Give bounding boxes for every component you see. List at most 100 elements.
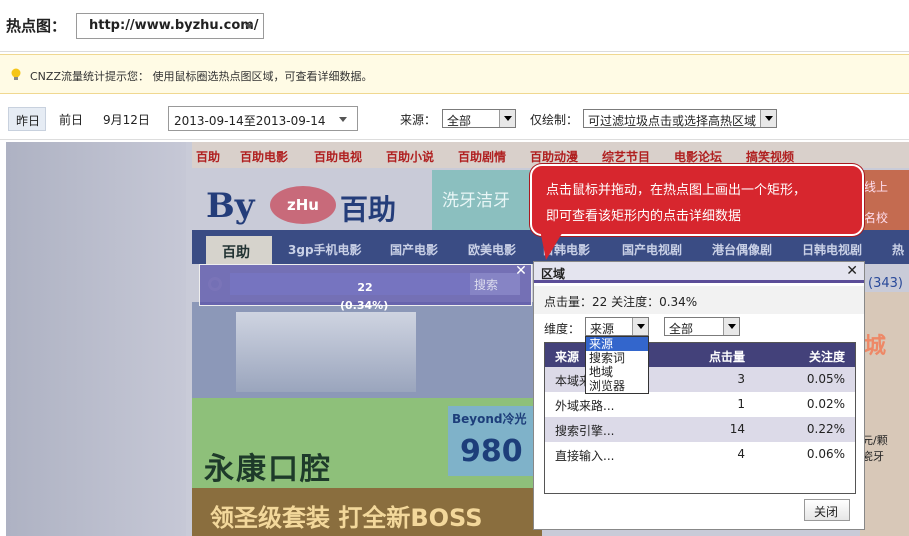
heatmap-left-area: [6, 142, 186, 536]
table-row[interactable]: 外域来路... 1 0.02%: [545, 392, 855, 417]
site-nav-item: 百助电影: [240, 150, 289, 164]
yesterday-button[interactable]: 昨日: [8, 107, 46, 131]
site-nav-item: 百助剧情: [458, 150, 507, 164]
site-menu-item: 日韩电视剧: [802, 243, 863, 257]
bottom-banner-text: 领圣级套装 打全新BOSS: [210, 504, 483, 532]
table-row[interactable]: 直接输入... 4 0.06%: [545, 442, 855, 467]
source-label: 来源：: [400, 113, 437, 127]
source-select-value: 全部: [447, 114, 472, 128]
site-menu-item: 欧美电影: [468, 243, 517, 257]
site-menu-item: 3gp手机电影: [288, 243, 362, 257]
dimension-label: 维度：: [544, 322, 581, 336]
site-nav-item: 百助: [196, 150, 221, 164]
tip-text: CNZZ流量统计提示您： 使用鼠标圈选热点图区域，可查看详细数据。: [30, 70, 373, 83]
prev-day-button[interactable]: 前日: [59, 111, 83, 128]
region-popup: 区域 ✕ 点击量：22 关注度：0.34% 维度： 来源 全部 来源 点击量 关…: [533, 261, 865, 530]
bubble-tail: [540, 230, 564, 260]
site-nav-item: 百助动漫: [530, 150, 579, 164]
site-nav-item: 搞笑视频: [746, 150, 795, 164]
filter-select-value: 全部: [669, 322, 694, 336]
draw-label: 仅绘制：: [530, 113, 579, 127]
site-search-button: 搜索: [470, 273, 520, 295]
site-nav-item: 百助小说: [386, 150, 435, 164]
hint-line: 点击鼠标并拖动，在热点图上画出一个矩形，: [546, 183, 807, 198]
dimension-select[interactable]: 来源: [585, 317, 649, 336]
url-select[interactable]: http://www.byzhu.com/: [76, 13, 264, 39]
site-menu-item: 国产电影: [390, 243, 439, 257]
cell-attention: 0.06%: [806, 447, 845, 461]
date-link[interactable]: 9月12日: [103, 111, 150, 128]
cell-source: 搜索引擎...: [555, 424, 615, 438]
cell-attention: 0.22%: [806, 422, 845, 436]
beyond-ad-number: 980: [460, 434, 523, 469]
filter-select[interactable]: 全部: [664, 317, 740, 336]
chevron-down-icon: [245, 24, 253, 29]
dimension-option[interactable]: 浏览器: [586, 379, 648, 393]
cell-source: 直接输入...: [555, 449, 615, 463]
cell-clicks: 3: [737, 372, 745, 386]
cell-clicks: 1: [737, 397, 745, 411]
popup-stats: 点击量：22 关注度：0.34%: [534, 286, 864, 314]
cell-attention: 0.05%: [806, 372, 845, 386]
site-menu-active: 百助: [206, 236, 272, 264]
selected-region[interactable]: 搜索 22 (0.34%): [199, 264, 532, 312]
dimension-option[interactable]: 地域: [586, 365, 648, 379]
column-header-clicks: 点击量: [708, 350, 745, 364]
site-teal-ad: 洗牙洁牙: [432, 170, 542, 230]
right-ad-line: 线上: [864, 180, 889, 194]
right-col-text: 元/颗: [862, 434, 888, 447]
site-menu-item: 国产电视剧: [622, 243, 683, 257]
source-select[interactable]: 全部: [442, 109, 516, 128]
lightbulb-icon: [11, 68, 21, 80]
popup-header: 区域 ✕: [534, 262, 864, 283]
dropdown-arrow-icon: [723, 318, 739, 335]
dimension-options-list: 来源 搜索词 地域 浏览器: [585, 336, 649, 394]
table-row[interactable]: 搜索引擎... 14 0.22%: [545, 417, 855, 442]
dimension-option[interactable]: 来源: [586, 337, 648, 351]
date-range-picker[interactable]: 2013-09-14至2013-09-14: [168, 106, 358, 131]
top-bar: 热点图： http://www.byzhu.com/: [0, 0, 909, 52]
site-nav-item: 百助电视: [314, 150, 363, 164]
logo-by: By: [206, 186, 255, 226]
site-right-column: 城 元/颗 瓷牙: [860, 292, 909, 536]
logo-name: 百助: [340, 193, 397, 226]
hint-bubble: 点击鼠标并拖动，在热点图上画出一个矩形， 即可查看该矩形内的点击详细数据: [530, 164, 864, 260]
region-click-count: 22: [357, 281, 373, 294]
dimension-option[interactable]: 搜索词: [586, 351, 648, 365]
right-col-text: 瓷牙: [862, 450, 884, 463]
draw-select-value: 可过滤垃圾点击或选择高热区域: [588, 114, 757, 128]
dimension-select-value: 来源: [590, 322, 615, 336]
draw-select[interactable]: 可过滤垃圾点击或选择高热区域: [583, 109, 777, 128]
right-ad-line: 名校: [864, 211, 889, 225]
cell-clicks: 4: [737, 447, 745, 461]
close-button[interactable]: 关闭: [804, 499, 850, 521]
site-bottom-banner: 领圣级套装 打全新BOSS: [192, 488, 542, 536]
site-menu-item: 热: [892, 243, 905, 257]
site-count: (343): [868, 276, 903, 291]
hint-line: 即可查看该矩形内的点击详细数据: [546, 209, 742, 224]
cell-clicks: 14: [729, 422, 745, 436]
logo-pig: zHu: [270, 186, 336, 224]
dropdown-arrow-icon: [499, 110, 515, 127]
right-col-text: 城: [864, 334, 887, 359]
site-nav-item: 电影论坛: [674, 150, 723, 164]
column-header-source: 来源: [555, 350, 580, 364]
site-building-image: [236, 312, 416, 392]
chevron-down-icon: [339, 117, 347, 122]
dropdown-arrow-icon: [632, 318, 648, 335]
url-value: http://www.byzhu.com/: [89, 18, 259, 33]
column-header-attention: 关注度: [808, 350, 845, 364]
close-icon[interactable]: ✕: [514, 264, 528, 279]
site-menu-item: 港台偶像剧: [712, 243, 773, 257]
heatmap-label: 热点图：: [6, 17, 67, 35]
site-logo: By zHu 百助: [202, 178, 432, 228]
search-icon: [208, 277, 222, 291]
cell-source: 外域来路...: [555, 399, 615, 413]
date-range-value: 2013-09-14至2013-09-14: [174, 114, 326, 128]
tip-bar: CNZZ流量统计提示您： 使用鼠标圈选热点图区域，可查看详细数据。: [0, 54, 909, 94]
close-icon[interactable]: ✕: [846, 263, 858, 279]
site-nav-item: 综艺节目: [602, 150, 651, 164]
region-click-percent: (0.34%): [340, 299, 389, 312]
dropdown-arrow-icon: [760, 110, 776, 127]
popup-title: 区域: [541, 267, 566, 281]
